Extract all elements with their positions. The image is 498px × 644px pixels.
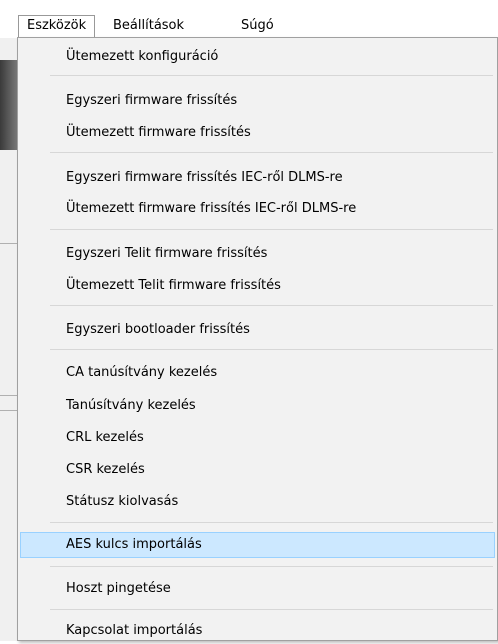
menu-item-scheduled-firmware-update[interactable]: Ütemezett firmware frissítés — [20, 120, 495, 146]
menu-item-crl[interactable]: CRL kezelés — [20, 425, 495, 451]
menu-separator — [50, 349, 493, 350]
menu-item-aes-key-import[interactable]: AES kulcs importálás — [20, 532, 495, 558]
menu-eszkozok[interactable]: Eszközök — [18, 15, 96, 37]
menu-item-host-ping[interactable]: Hoszt pingetése — [20, 576, 495, 602]
menu-item-single-firmware-iec-dlms[interactable]: Egyszeri firmware frissítés IEC-ről DLMS… — [20, 165, 495, 191]
menu-item-ca-certificate[interactable]: CA tanúsítvány kezelés — [20, 360, 495, 386]
menu-item-connection-import[interactable]: Kapcsolat importálás — [20, 618, 495, 644]
menu-item-csr[interactable]: CSR kezelés — [20, 457, 495, 483]
tools-dropdown-menu: Ütemezett konfiguráció Egyszeri firmware… — [17, 37, 498, 641]
menu-separator — [50, 152, 493, 153]
menu-item-scheduled-config[interactable]: Ütemezett konfiguráció — [20, 44, 495, 70]
menu-separator — [50, 522, 493, 523]
menu-separator — [50, 566, 493, 567]
menu-item-certificate[interactable]: Tanúsítvány kezelés — [20, 393, 495, 419]
menu-item-single-bootloader-update[interactable]: Egyszeri bootloader frissítés — [20, 317, 495, 343]
menu-separator — [50, 229, 493, 230]
menu-item-status-read[interactable]: Státusz kiolvasás — [20, 489, 495, 515]
menu-sugo[interactable]: Súgó — [233, 15, 282, 37]
background-divider — [0, 243, 18, 244]
menu-beallitasok[interactable]: Beállítások — [105, 15, 192, 37]
menu-separator — [50, 75, 493, 76]
background-divider — [0, 410, 18, 411]
menu-item-single-firmware-update[interactable]: Egyszeri firmware frissítés — [20, 88, 495, 114]
menu-item-scheduled-firmware-iec-dlms[interactable]: Ütemezett firmware frissítés IEC-ről DLM… — [20, 196, 495, 222]
background-divider — [0, 395, 18, 396]
menu-item-single-telit-firmware[interactable]: Egyszeri Telit firmware frissítés — [20, 241, 495, 267]
menu-item-scheduled-telit-firmware[interactable]: Ütemezett Telit firmware frissítés — [20, 273, 495, 299]
menu-separator — [50, 609, 493, 610]
menu-bar: Eszközök Beállítások Súgó — [0, 0, 498, 38]
menu-separator — [50, 305, 493, 306]
